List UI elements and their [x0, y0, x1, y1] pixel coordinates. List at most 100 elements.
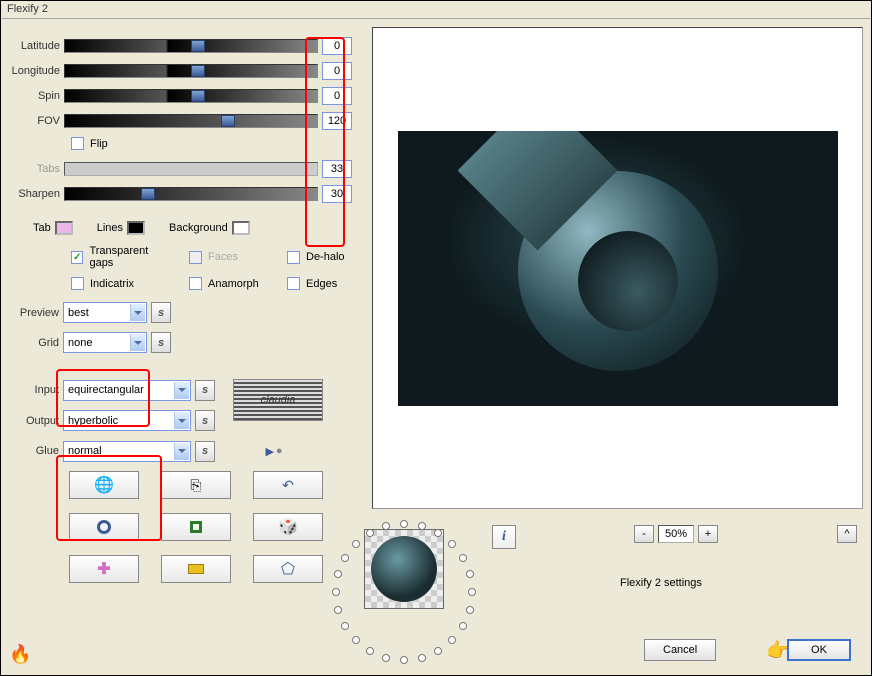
spin-slider[interactable] [64, 89, 318, 103]
ring-dot[interactable] [448, 636, 456, 644]
ring-dot[interactable] [459, 554, 467, 562]
content-area: Latitude 0 Longitude 0 Spin 0 FOV 120 [1, 19, 871, 675]
expand-button[interactable]: ^ [837, 525, 857, 543]
grid-s-button[interactable]: s [151, 332, 171, 353]
ring-dot[interactable] [366, 647, 374, 655]
sharpen-value[interactable]: 30 [322, 185, 352, 203]
ring-dot[interactable] [468, 588, 476, 596]
glue-dd-value: normal [68, 445, 174, 457]
logo-text: claudia [261, 394, 296, 406]
brick-button[interactable] [161, 555, 231, 583]
spin-thumb[interactable] [191, 90, 205, 102]
fov-slider[interactable] [64, 114, 318, 128]
longitude-slider[interactable] [64, 64, 318, 78]
ring-dot[interactable] [334, 570, 342, 578]
preset-thumb[interactable] [364, 529, 444, 609]
ring-dot[interactable] [334, 606, 342, 614]
play-record-button[interactable]: ▶● [255, 440, 293, 462]
input-dd-value: equirectangular [68, 384, 174, 396]
ring-dot[interactable] [466, 570, 474, 578]
faces-checkbox [189, 251, 202, 264]
ring-dot[interactable] [341, 554, 349, 562]
input-s-button[interactable]: s [195, 380, 215, 401]
ring-dot[interactable] [332, 588, 340, 596]
pentagon-icon: ⬠ [281, 559, 295, 579]
dice-button[interactable]: 🎲 [253, 513, 323, 541]
color-row: Tab Lines Background [33, 221, 352, 235]
sharpen-label: Sharpen [9, 188, 64, 200]
glue-s-button[interactable]: s [195, 441, 215, 462]
info-button[interactable]: i [492, 525, 516, 549]
copy-button[interactable]: ⎘ [161, 471, 231, 499]
preview-s-button[interactable]: s [151, 302, 171, 323]
grid-dd-value: none [68, 337, 130, 349]
fov-thumb[interactable] [221, 115, 235, 127]
pentagon-button[interactable]: ⬠ [253, 555, 323, 583]
sharpen-slider[interactable] [64, 187, 318, 201]
ring-button[interactable] [69, 513, 139, 541]
zoom-value[interactable]: 50% [658, 525, 694, 543]
cancel-button[interactable]: Cancel [644, 639, 716, 661]
dehalo-checkbox[interactable] [287, 251, 300, 264]
ok-button[interactable]: OK [787, 639, 851, 661]
zoom-in-button[interactable]: + [698, 525, 718, 543]
input-dd-label: Input [9, 384, 63, 396]
output-dropdown[interactable]: hyperbolic [63, 410, 191, 431]
ring-dot[interactable] [352, 636, 360, 644]
tab-swatch[interactable] [55, 221, 73, 235]
tabs-value[interactable]: 33 [322, 160, 352, 178]
globe-button[interactable]: 🌐 [69, 471, 139, 499]
latitude-slider[interactable] [64, 39, 318, 53]
longitude-value[interactable]: 0 [322, 62, 352, 80]
preview-area[interactable] [372, 27, 863, 509]
ring-dot[interactable] [418, 654, 426, 662]
ring-dot[interactable] [400, 656, 408, 664]
plus-button[interactable]: ✚ [69, 555, 139, 583]
fov-value[interactable]: 120 [322, 112, 352, 130]
tab-color-label: Tab [33, 222, 51, 234]
tabs-row: Tabs 33 [9, 160, 352, 178]
ring-dot[interactable] [434, 647, 442, 655]
ring-dot[interactable] [418, 522, 426, 530]
ring-dot[interactable] [352, 540, 360, 548]
latitude-thumb[interactable] [191, 40, 205, 52]
indicatrix-checkbox[interactable] [71, 277, 84, 290]
square-icon [190, 521, 202, 533]
faces-label: Faces [208, 251, 238, 263]
flame-icon[interactable]: 🔥 [9, 644, 31, 665]
bg-swatch[interactable] [232, 221, 250, 235]
preview-dropdown[interactable]: best [63, 302, 147, 323]
preview-image [398, 131, 838, 406]
preview-panel: i - 50% + ^ Flexify 2 settings Cancel 👉 … [364, 19, 871, 675]
preview-dd-value: best [68, 307, 130, 319]
fov-row: FOV 120 [9, 112, 352, 130]
glue-dropdown[interactable]: normal [63, 441, 191, 462]
sharpen-thumb[interactable] [141, 188, 155, 200]
spin-value[interactable]: 0 [322, 87, 352, 105]
zoom-out-button[interactable]: - [634, 525, 654, 543]
ring-dot[interactable] [341, 622, 349, 630]
flip-checkbox[interactable] [71, 137, 84, 150]
output-s-button[interactable]: s [195, 410, 215, 431]
transparent-gaps-checkbox[interactable] [71, 251, 83, 264]
grid-dropdown[interactable]: none [63, 332, 147, 353]
glue-row: Glue normal s ▶● [9, 440, 352, 462]
dice-icon: 🎲 [278, 517, 298, 537]
input-dropdown[interactable]: equirectangular [63, 380, 191, 401]
ring-dot[interactable] [466, 606, 474, 614]
zoom-control: - 50% + [634, 525, 718, 543]
plus-icon: ✚ [97, 559, 110, 579]
ring-dot[interactable] [400, 520, 408, 528]
latitude-value[interactable]: 0 [322, 37, 352, 55]
ring-dot[interactable] [382, 654, 390, 662]
anamorph-checkbox[interactable] [189, 277, 202, 290]
ring-dot[interactable] [459, 622, 467, 630]
undo-button[interactable]: ↶ [253, 471, 323, 499]
flip-label: Flip [90, 138, 108, 150]
lines-swatch[interactable] [127, 221, 145, 235]
longitude-thumb[interactable] [191, 65, 205, 77]
square-button[interactable] [161, 513, 231, 541]
lines-color-label: Lines [97, 222, 123, 234]
edges-checkbox[interactable] [287, 277, 300, 290]
ring-dot[interactable] [448, 540, 456, 548]
